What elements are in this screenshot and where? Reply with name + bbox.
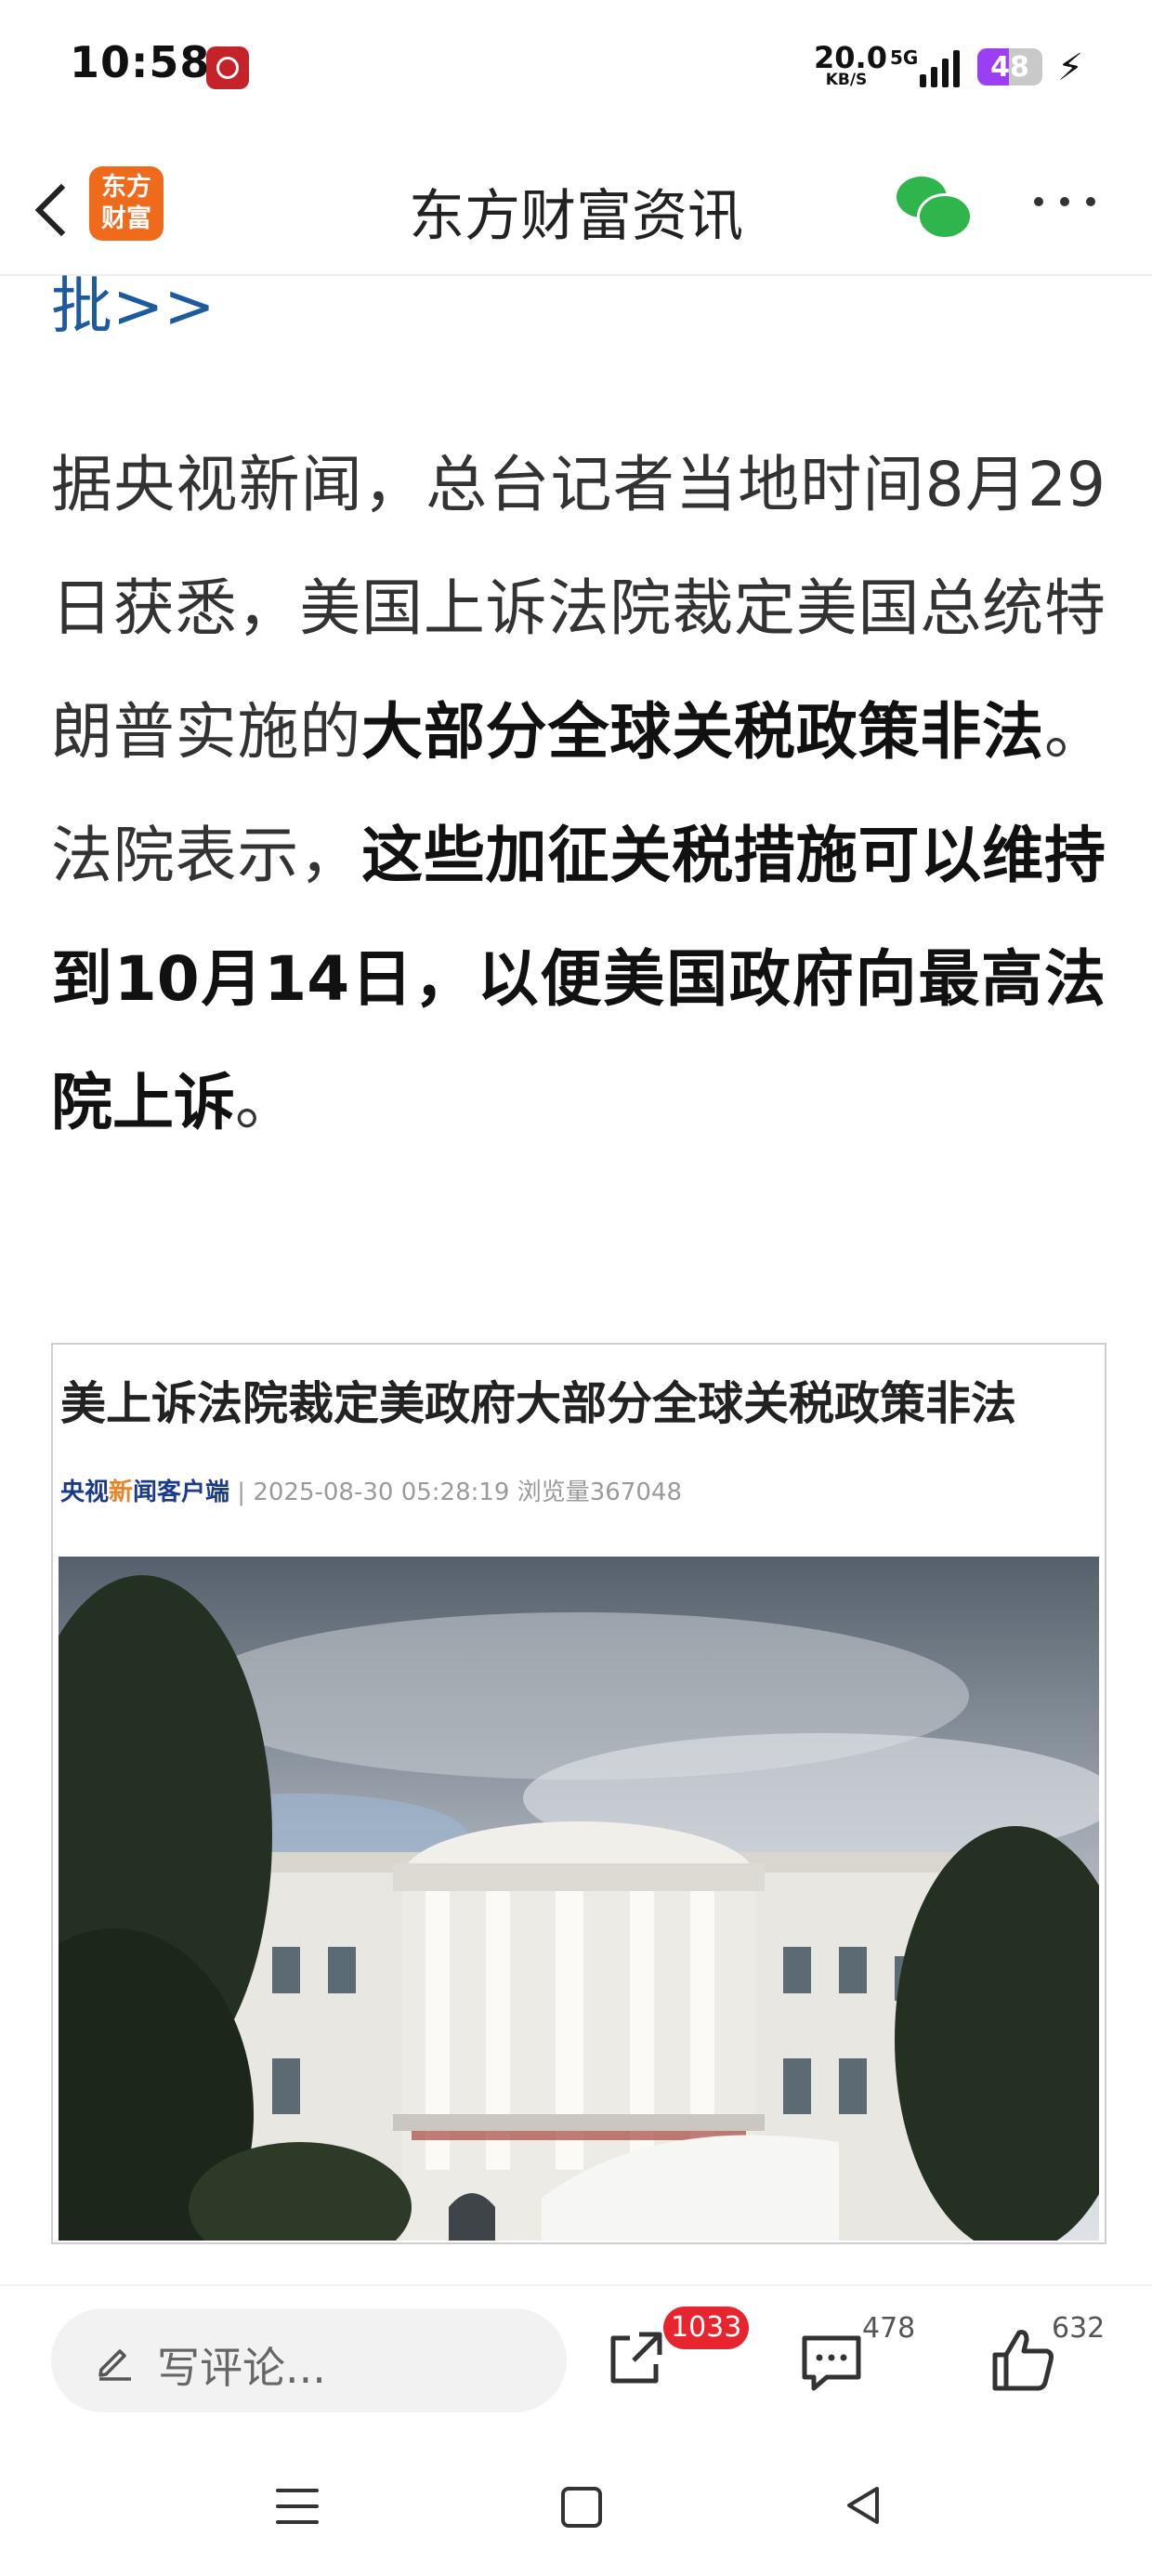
wechat-icon[interactable] bbox=[897, 177, 973, 242]
image-source-part-3: 闻客户端 bbox=[133, 1479, 230, 1506]
status-bar: 10:58 20.0 KB/S 5G 48 ⚡ bbox=[0, 0, 1152, 139]
signal-icon bbox=[920, 48, 961, 87]
paragraph-text-3: 。 bbox=[235, 1067, 296, 1138]
battery-level: 48 bbox=[990, 51, 1029, 84]
home-icon[interactable] bbox=[561, 2487, 602, 2528]
nav-bar: 东方 财富 东方财富资讯 bbox=[0, 139, 1152, 276]
image-source-part-2: 新 bbox=[109, 1479, 134, 1506]
article-paragraph: 据央视新闻，总台记者当地时间8月29日获悉，美国上诉法院裁定美国总统特朗普实施的… bbox=[51, 423, 1106, 1164]
paragraph-bold-1: 大部分全球关税政策非法 bbox=[361, 696, 1044, 768]
comments-icon[interactable] bbox=[799, 2331, 864, 2396]
back-icon[interactable] bbox=[842, 2483, 884, 2528]
share-icon[interactable] bbox=[602, 2325, 669, 2392]
white-house-photo bbox=[59, 1557, 1099, 2241]
image-meta: | 2025-08-30 05:28:19 浏览量367048 bbox=[229, 1479, 682, 1506]
notification-icon bbox=[206, 46, 249, 89]
image-headline: 美上诉法院裁定美政府大部分全球关税政策非法 bbox=[60, 1377, 1017, 1430]
page-title: 东方财富资讯 bbox=[409, 184, 743, 249]
comment-placeholder: 写评论... bbox=[157, 2343, 326, 2393]
article-image[interactable]: 美上诉法院裁定美政府大部分全球关税政策非法 央视新闻客户端 | 2025-08-… bbox=[51, 1343, 1106, 2244]
more-icon[interactable] bbox=[1034, 197, 1099, 216]
share-count-badge: 1033 bbox=[663, 2307, 750, 2349]
image-source-line: 央视新闻客户端 | 2025-08-30 05:28:19 浏览量367048 bbox=[60, 1473, 682, 1507]
menu-icon[interactable] bbox=[276, 2489, 319, 2524]
pencil-icon bbox=[98, 2349, 131, 2381]
like-icon[interactable] bbox=[989, 2325, 1058, 2394]
network-speed: 20.0 KB/S bbox=[814, 40, 887, 88]
image-source-part-1: 央视 bbox=[60, 1479, 110, 1506]
comment-count: 478 bbox=[862, 2312, 916, 2345]
comment-input[interactable]: 写评论... bbox=[51, 2308, 567, 2412]
network-type: 5G bbox=[890, 46, 919, 69]
status-time: 10:58 bbox=[70, 37, 211, 87]
like-count: 632 bbox=[1052, 2312, 1106, 2345]
battery-icon: 48 bbox=[977, 48, 1042, 85]
system-nav-bar bbox=[0, 2435, 1152, 2576]
charging-icon: ⚡ bbox=[1057, 46, 1084, 89]
network-speed-value: 20.0 bbox=[814, 40, 887, 75]
bottom-action-bar: 写评论... 1033 478 632 bbox=[0, 2284, 1152, 2435]
read-more-link[interactable]: 批>> bbox=[51, 274, 216, 339]
